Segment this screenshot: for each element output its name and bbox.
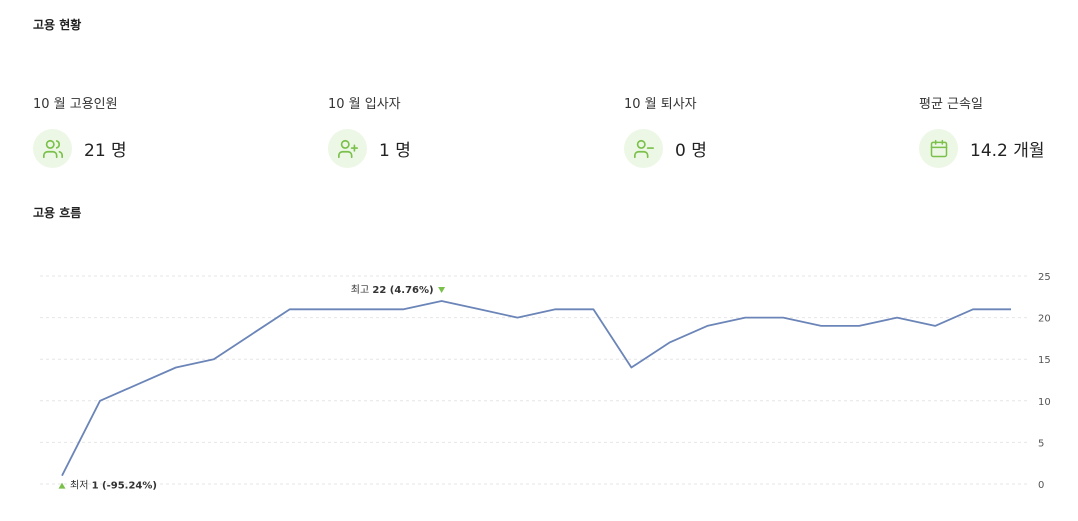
stat-average-tenure-value: 14.2 개월: [970, 141, 1045, 161]
stat-new-hires: 10 월 입사자 1 명: [328, 96, 528, 168]
stat-average-tenure-label: 평균 근속일: [919, 97, 983, 112]
y-tick-label: 15: [1038, 355, 1051, 366]
y-tick-label: 20: [1038, 314, 1051, 325]
min-annotation: 최저 1 (-95.24%): [70, 480, 157, 492]
stat-new-hires-value: 1 명: [379, 141, 411, 161]
calendar-icon: [919, 129, 958, 168]
chart-y-axis: 0 5 10 15 20 25: [1038, 272, 1051, 491]
max-marker-icon: [438, 286, 446, 293]
employment-flow-chart: 0 5 10 15 20 25 최고 22 (4.76%) 최저 1 (-95.24%): [40, 272, 1051, 492]
user-minus-icon: [624, 129, 663, 168]
user-plus-icon: [328, 129, 367, 168]
stat-average-tenure: 평균 근속일 14.2 개월: [919, 96, 1078, 168]
chart-grid: [40, 275, 1030, 485]
chart-series: [61, 300, 1011, 477]
y-tick-label: 10: [1038, 397, 1051, 408]
stat-resignations-label: 10 월 퇴사자: [624, 97, 697, 112]
employment-dashboard: 고용 현황 10 월 고용인원 21 명 10 월 입사자 1 명 10 월 퇴…: [0, 0, 1078, 521]
users-icon: [33, 129, 72, 168]
y-tick-label: 5: [1038, 438, 1044, 449]
stat-headcount-value: 21 명: [84, 141, 127, 161]
stat-headcount: 10 월 고용인원 21 명: [33, 96, 233, 168]
stat-resignations-value: 0 명: [675, 141, 707, 161]
employment-flow-title: 고용 흐름: [33, 206, 82, 220]
stat-headcount-label: 10 월 고용인원: [33, 97, 118, 112]
series-line: [61, 300, 1011, 477]
stat-new-hires-label: 10 월 입사자: [328, 97, 401, 112]
y-tick-label: 25: [1038, 272, 1051, 283]
y-tick-label: 0: [1038, 480, 1044, 491]
stat-resignations: 10 월 퇴사자 0 명: [624, 96, 824, 168]
chart-annotations: 최고 22 (4.76%) 최저 1 (-95.24%): [58, 284, 446, 492]
employment-status-title: 고용 현황: [33, 18, 82, 32]
max-annotation: 최고 22 (4.76%): [351, 284, 434, 296]
